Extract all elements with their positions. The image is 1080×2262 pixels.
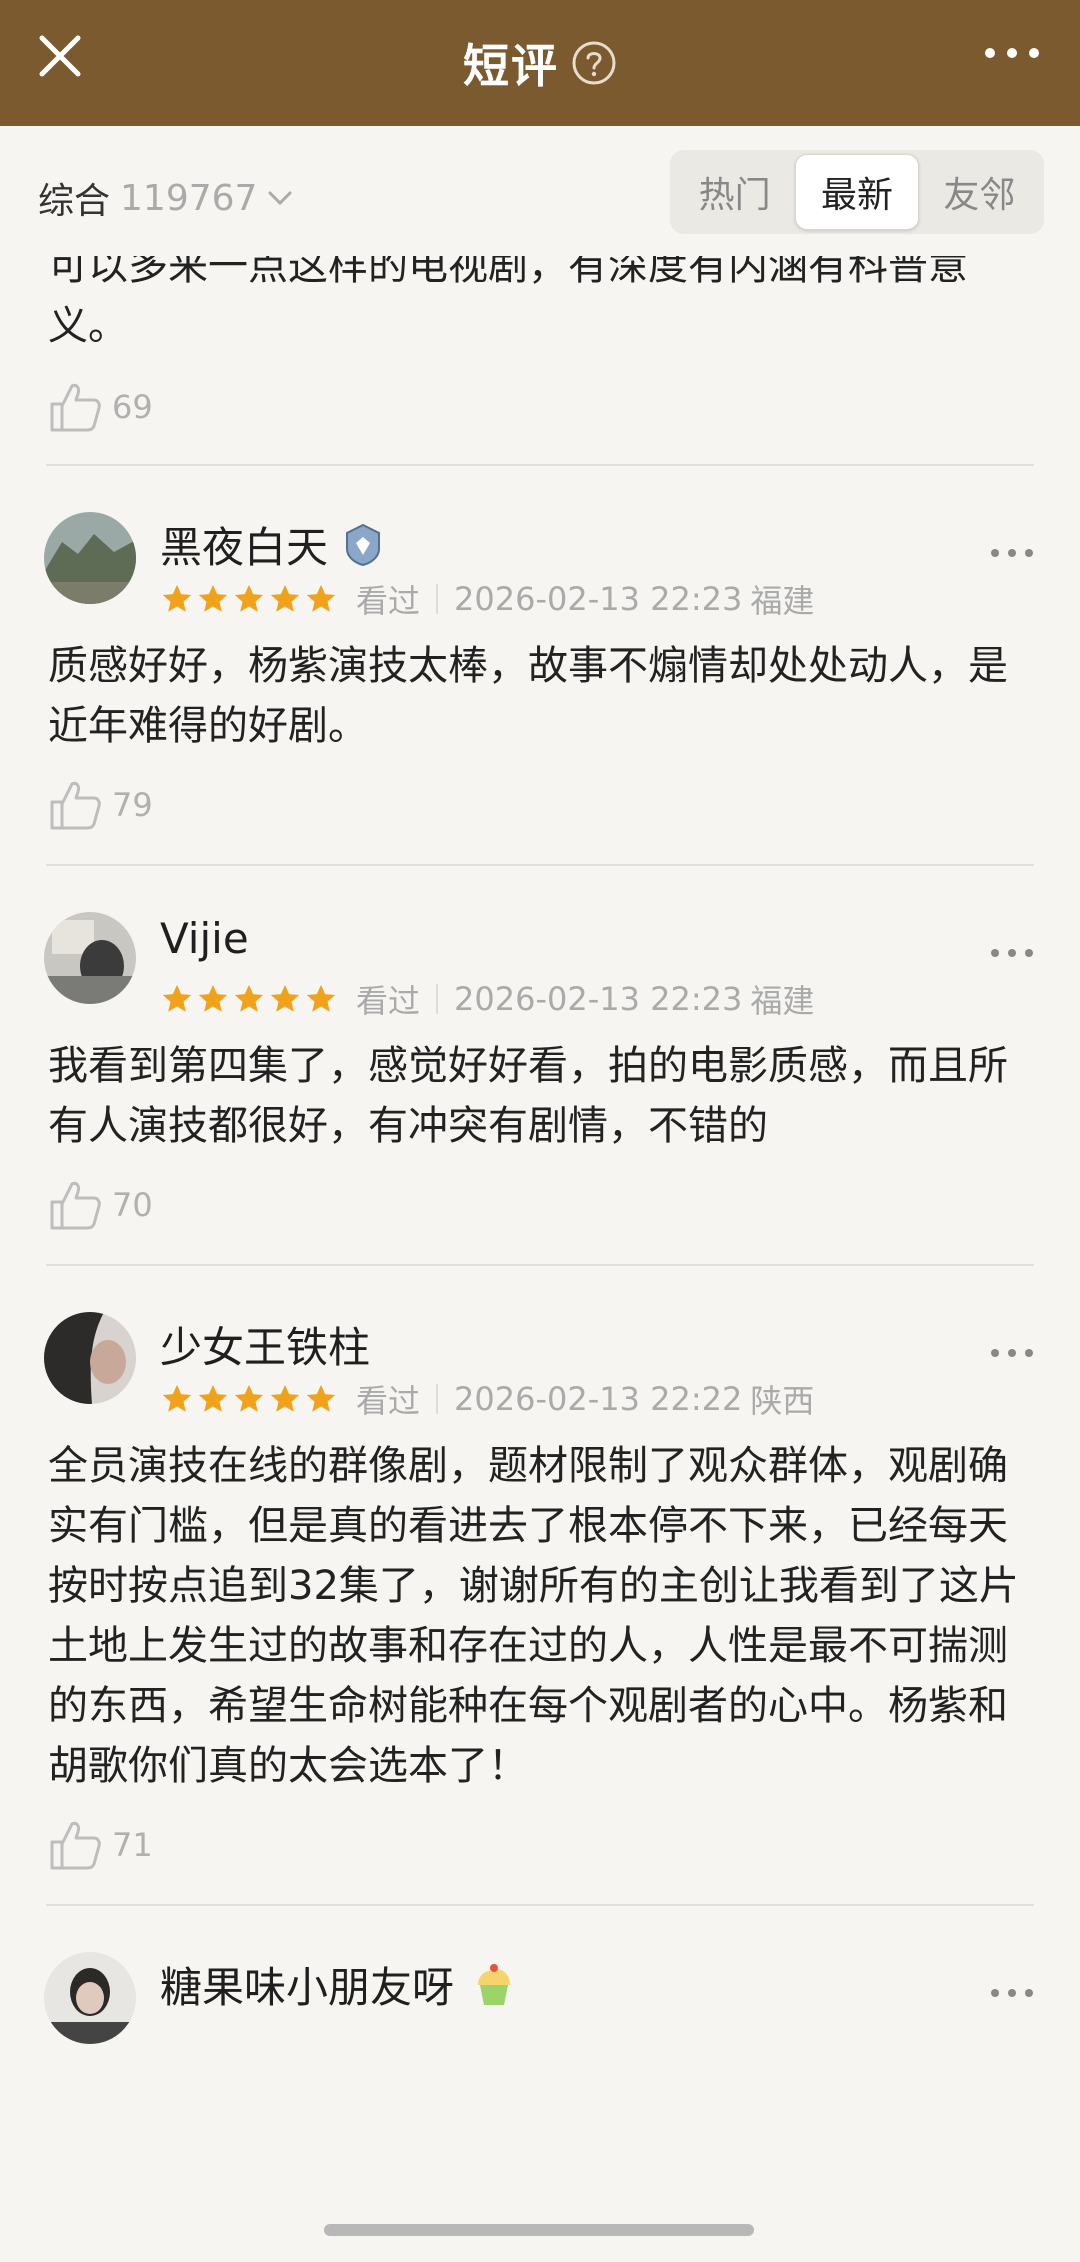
star-icon [270, 984, 300, 1012]
username-row: 黑夜白天 [160, 514, 382, 575]
like-count: 79 [112, 786, 153, 824]
sort-segmented-control: 热门 最新 友邻 [670, 150, 1044, 234]
close-icon[interactable] [36, 32, 84, 80]
divider [436, 584, 439, 614]
divider [436, 984, 439, 1014]
star-icon [306, 584, 336, 612]
like-button[interactable]: 70 [0, 1176, 1080, 1234]
review-location: 福建 [750, 982, 815, 1020]
review-text: 可以多来一点这样的电视剧，有深度有内涵有科普意义。 [48, 256, 968, 349]
watch-status: 看过 [356, 582, 421, 620]
star-icon [198, 584, 228, 612]
username-row: Vijie [160, 914, 249, 963]
username[interactable]: 黑夜白天 [160, 514, 328, 575]
avatar[interactable] [44, 1952, 136, 2044]
avatar[interactable] [44, 1312, 136, 1404]
rating-stars [160, 1382, 338, 1416]
star-icon [270, 1384, 300, 1412]
avatar[interactable] [44, 912, 136, 1004]
review-text: 全员演技在线的群像剧，题材限制了观众群体，观剧确实有门槛，但是真的看进去了根本停… [48, 1443, 1019, 1789]
review-meta: 看过 2026-02-13 22:22 陕西 [160, 1376, 814, 1422]
divider [436, 1384, 439, 1414]
list-item: 少女王铁柱 看过 2026-02-13 22:22 陕西 全员演技在线的群像剧，… [0, 1266, 1080, 1906]
like-count: 70 [112, 1186, 153, 1224]
like-button[interactable]: 69 [0, 378, 1080, 436]
star-icon [234, 984, 264, 1012]
like-count: 69 [112, 388, 153, 426]
username-row: 糖果味小朋友呀 [160, 1954, 518, 2015]
thumbs-up-icon [50, 1181, 101, 1230]
review-list: 可以多来一点这样的电视剧，有深度有内涵有科普意义。 69 黑夜白天 看过 202… [0, 256, 1080, 2262]
review-text: 我看到第四集了，感觉好好看，拍的电影质感，而且所有人演技都很好，有冲突有剧情，不… [48, 1043, 1008, 1149]
review-count: 119767 [120, 177, 258, 219]
chevron-down-icon [268, 191, 292, 206]
list-item: 糖果味小朋友呀 [0, 1906, 1080, 2076]
list-item: 可以多来一点这样的电视剧，有深度有内涵有科普意义。 69 [0, 256, 1080, 466]
filter-bar: 综合 119767 热门 最新 友邻 [0, 126, 1080, 256]
username[interactable]: Vijie [160, 914, 249, 963]
star-icon [162, 1384, 192, 1412]
review-meta: 看过 2026-02-13 22:23 福建 [160, 976, 814, 1022]
review-date: 2026-02-13 22:23 [454, 580, 743, 618]
review-date: 2026-02-13 22:23 [454, 980, 743, 1018]
watch-status: 看过 [356, 1382, 421, 1420]
more-horizontal-icon[interactable] [990, 546, 1034, 560]
badge-icon [346, 523, 381, 566]
page-title-group: 短评 [463, 30, 617, 96]
more-horizontal-icon[interactable] [990, 1346, 1034, 1360]
avatar[interactable] [44, 512, 136, 604]
tab-hot[interactable]: 热门 [674, 154, 795, 230]
tab-latest[interactable]: 最新 [795, 154, 919, 230]
page-title: 短评 [463, 39, 559, 93]
user-row: 黑夜白天 看过 2026-02-13 22:23 福建 [0, 466, 1080, 636]
more-horizontal-icon[interactable] [980, 38, 1044, 68]
star-icon [198, 984, 228, 1012]
username-row: 少女王铁柱 [160, 1314, 370, 1375]
review-location: 福建 [750, 582, 815, 620]
list-item: 黑夜白天 看过 2026-02-13 22:23 福建 质感好好，杨紫演技太棒，… [0, 466, 1080, 866]
star-icon [234, 584, 264, 612]
star-icon [234, 1384, 264, 1412]
more-horizontal-icon[interactable] [990, 1986, 1034, 2000]
star-icon [198, 1384, 228, 1412]
like-button[interactable]: 71 [0, 1816, 1080, 1874]
star-icon [162, 984, 192, 1012]
user-row: Vijie 看过 2026-02-13 22:23 福建 [0, 866, 1080, 1036]
star-icon [162, 584, 192, 612]
rating-stars [160, 982, 338, 1016]
username[interactable]: 少女王铁柱 [160, 1314, 370, 1375]
thumbs-up-icon [50, 781, 101, 830]
star-icon [270, 584, 300, 612]
home-indicator[interactable] [324, 2224, 754, 2236]
help-circle-icon[interactable] [571, 40, 617, 86]
review-meta: 看过 2026-02-13 22:23 福建 [160, 576, 814, 622]
review-date: 2026-02-13 22:22 [454, 1380, 743, 1418]
like-count: 71 [112, 1826, 153, 1864]
tab-friends[interactable]: 友邻 [919, 154, 1040, 230]
star-icon [306, 1384, 336, 1412]
top-nav-bar: 短评 [0, 0, 1080, 126]
username[interactable]: 糖果味小朋友呀 [160, 1954, 454, 2015]
thumbs-up-icon [50, 383, 101, 432]
more-horizontal-icon[interactable] [990, 946, 1034, 960]
rating-stars [160, 582, 338, 616]
sort-dropdown[interactable]: 综合 119767 [38, 172, 293, 224]
thumbs-up-icon [50, 1821, 101, 1870]
review-location: 陕西 [750, 1382, 815, 1420]
watch-status: 看过 [356, 982, 421, 1020]
user-row: 糖果味小朋友呀 [0, 1906, 1080, 2076]
like-button[interactable]: 79 [0, 776, 1080, 834]
review-text: 质感好好，杨紫演技太棒，故事不煽情却处处动人，是近年难得的好剧。 [48, 643, 1008, 749]
user-row: 少女王铁柱 看过 2026-02-13 22:22 陕西 [0, 1266, 1080, 1436]
star-icon [306, 984, 336, 1012]
list-item: Vijie 看过 2026-02-13 22:23 福建 我看到第四集了，感觉好… [0, 866, 1080, 1266]
sort-label: 综合 [38, 181, 111, 222]
cupcake-icon [478, 1963, 511, 2005]
